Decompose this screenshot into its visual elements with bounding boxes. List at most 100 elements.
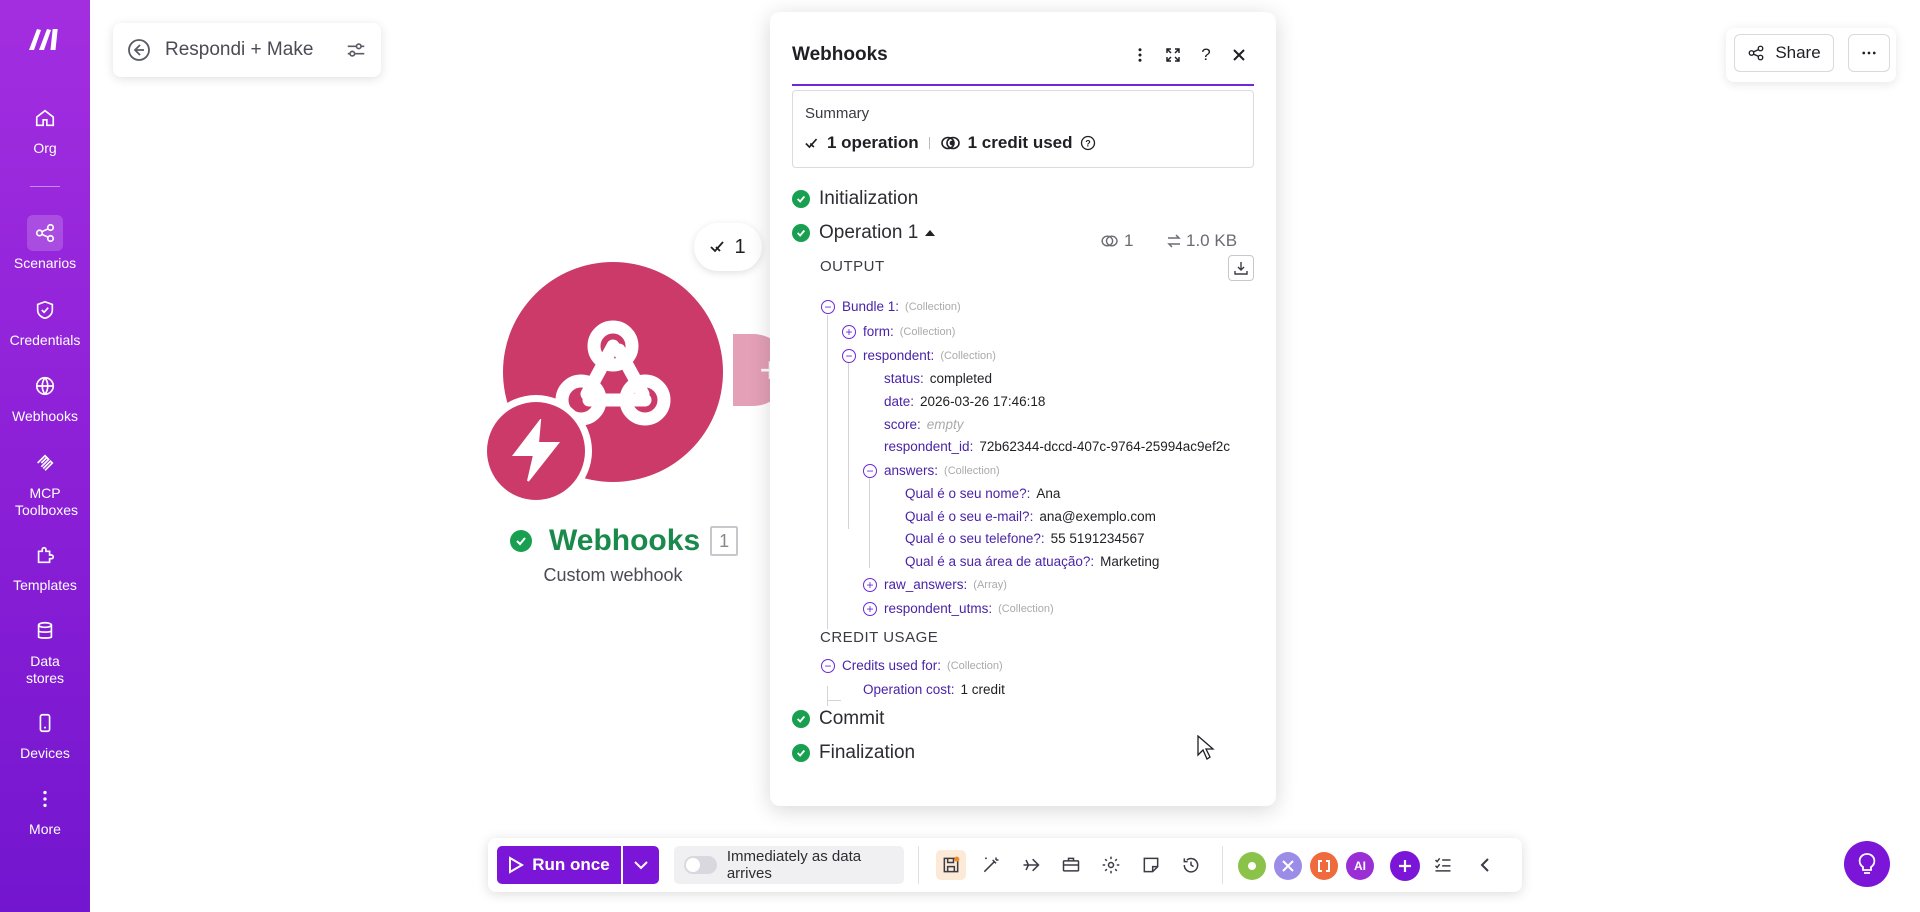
- tree-value[interactable]: Ana: [1036, 486, 1060, 501]
- magic-wand-tool[interactable]: [976, 850, 1006, 880]
- tree-value[interactable]: 1 credit: [961, 682, 1005, 697]
- operations-bubble[interactable]: 1: [694, 223, 762, 271]
- tree-answer-area: Qual é a sua área de atuação?: Marketing: [905, 554, 1159, 569]
- phase-commit[interactable]: Commit: [792, 708, 884, 730]
- history-tool[interactable]: [1176, 850, 1206, 880]
- scenario-name[interactable]: Respondi + Make: [165, 39, 345, 61]
- expand-icon[interactable]: +: [863, 577, 877, 592]
- tree-value[interactable]: Marketing: [1100, 554, 1159, 569]
- tree-key: answers:: [884, 463, 939, 478]
- tools-cross-icon: [1282, 860, 1294, 872]
- sidebar-item-label: Credentials: [9, 332, 81, 348]
- tree-credits-used[interactable]: − Credits used for: (Collection): [821, 658, 1003, 673]
- schedule-toggle[interactable]: Immediately as data arrives: [674, 846, 904, 884]
- expand-icon[interactable]: +: [842, 324, 856, 339]
- sidebar-item-org[interactable]: Org: [0, 100, 90, 157]
- tree-form[interactable]: + form: (Collection): [842, 324, 955, 339]
- sidebar-item-credentials[interactable]: Credentials: [0, 292, 90, 349]
- tree-key: raw_answers:: [884, 577, 968, 592]
- plus-icon: [1399, 860, 1411, 872]
- chevron-left-icon: [1480, 858, 1489, 872]
- tree-value[interactable]: 2026-03-26 17:46:18: [920, 394, 1045, 409]
- tree-key: form:: [863, 324, 894, 339]
- phase-label: Operation 1: [819, 222, 919, 243]
- success-check-icon: [792, 744, 810, 762]
- run-once-button[interactable]: Run once: [497, 846, 621, 884]
- collapse-icon[interactable]: −: [842, 348, 856, 363]
- tree-type: (Array): [973, 578, 1007, 591]
- tree-raw-answers[interactable]: + raw_answers: (Array): [863, 577, 1007, 592]
- collapse-icon[interactable]: −: [863, 463, 877, 478]
- tree-operation-cost: Operation cost: 1 credit: [863, 682, 1005, 697]
- make-logo[interactable]: [27, 26, 63, 52]
- info-circle-icon[interactable]: ?: [1080, 135, 1096, 151]
- sidebar-item-label: Scenarios: [13, 255, 77, 271]
- expand-icon[interactable]: +: [863, 601, 877, 616]
- tree-answers[interactable]: − answers: (Collection): [863, 463, 1000, 478]
- app-chip-purple[interactable]: [1274, 852, 1302, 880]
- tree-value[interactable]: 55 5191234567: [1051, 531, 1145, 546]
- chevron-down-icon: [634, 861, 648, 870]
- toggle-switch[interactable]: [684, 856, 717, 874]
- tree-bundle-1[interactable]: − Bundle 1: (Collection): [821, 299, 961, 314]
- webhook-module[interactable]: + Webhooks 1 Custom webhook: [480, 262, 820, 592]
- app-chip-green[interactable]: [1238, 852, 1266, 880]
- tree-key: date:: [884, 394, 915, 409]
- close-icon[interactable]: [1226, 42, 1252, 68]
- download-button[interactable]: [1228, 255, 1254, 281]
- kebab-menu-icon[interactable]: [1127, 42, 1153, 68]
- tools-tool[interactable]: [1056, 850, 1086, 880]
- dots-vertical-icon: [43, 790, 47, 808]
- phase-operation-1[interactable]: Operation 1: [792, 222, 936, 244]
- tree-respondent[interactable]: − respondent: (Collection): [842, 348, 996, 363]
- toolbox-icon: [1062, 857, 1080, 872]
- sidebar-item-templates[interactable]: Templates: [0, 537, 90, 594]
- phase-finalization[interactable]: Finalization: [792, 742, 915, 764]
- sidebar-item-data-stores[interactable]: Data stores: [0, 613, 90, 687]
- tree-value[interactable]: empty: [927, 417, 964, 432]
- sliders-icon[interactable]: [345, 39, 367, 61]
- tree-value[interactable]: ana@exemplo.com: [1039, 509, 1156, 524]
- double-check-icon: [710, 241, 725, 253]
- run-options-button[interactable]: [623, 846, 659, 884]
- sidebar-item-scenarios[interactable]: Scenarios: [0, 215, 90, 272]
- collapse-icon[interactable]: −: [821, 658, 835, 673]
- database-icon: [37, 621, 53, 639]
- collapse-toolbar-button[interactable]: [1470, 850, 1500, 880]
- flow-control-tool[interactable]: [1016, 850, 1046, 880]
- module-title: Webhooks: [549, 524, 701, 557]
- tree-type: (Collection): [947, 659, 1003, 672]
- more-options-button[interactable]: [1848, 34, 1890, 72]
- notes-tool[interactable]: [1136, 850, 1166, 880]
- operation-size: 1.0 KB: [1166, 231, 1237, 251]
- save-tool[interactable]: [936, 850, 966, 880]
- phase-initialization[interactable]: Initialization: [792, 188, 918, 210]
- app-chip-orange[interactable]: [1310, 852, 1338, 880]
- add-app-button[interactable]: [1390, 851, 1420, 881]
- sidebar-item-mcp-toolboxes[interactable]: MCP Toolboxes: [0, 445, 90, 519]
- sidebar-item-more[interactable]: More: [0, 781, 90, 838]
- expand-icon[interactable]: [1160, 42, 1186, 68]
- tree-value[interactable]: completed: [930, 371, 992, 386]
- tree-key: respondent_id:: [884, 439, 974, 454]
- sidebar-item-devices[interactable]: Devices: [0, 705, 90, 762]
- share-button[interactable]: Share: [1734, 34, 1834, 72]
- tree-key: Qual é o seu nome?:: [905, 486, 1031, 501]
- checklist-tool[interactable]: [1428, 850, 1458, 880]
- help-button[interactable]: [1844, 841, 1890, 887]
- bracket-icon: [1318, 860, 1330, 872]
- back-arrow-icon[interactable]: [127, 38, 151, 62]
- tree-type: (Collection): [944, 464, 1000, 477]
- tree-respondent-id: respondent_id: 72b62344-dccd-407c-9764-2…: [884, 439, 1230, 454]
- phase-label: Initialization: [819, 188, 919, 209]
- tree-respondent-utms[interactable]: + respondent_utms: (Collection): [863, 601, 1054, 616]
- settings-tool[interactable]: [1096, 850, 1126, 880]
- sidebar-item-label: Webhooks: [12, 408, 78, 424]
- tree-value[interactable]: 72b62344-dccd-407c-9764-25994ac9ef2c: [979, 439, 1230, 454]
- credits-icon: [940, 136, 960, 150]
- help-icon[interactable]: ?: [1193, 42, 1219, 68]
- tree-status: status: completed: [884, 371, 992, 386]
- sidebar-item-webhooks[interactable]: Webhooks: [0, 368, 90, 425]
- collapse-icon[interactable]: −: [821, 299, 835, 314]
- ai-chip[interactable]: AI: [1346, 852, 1374, 880]
